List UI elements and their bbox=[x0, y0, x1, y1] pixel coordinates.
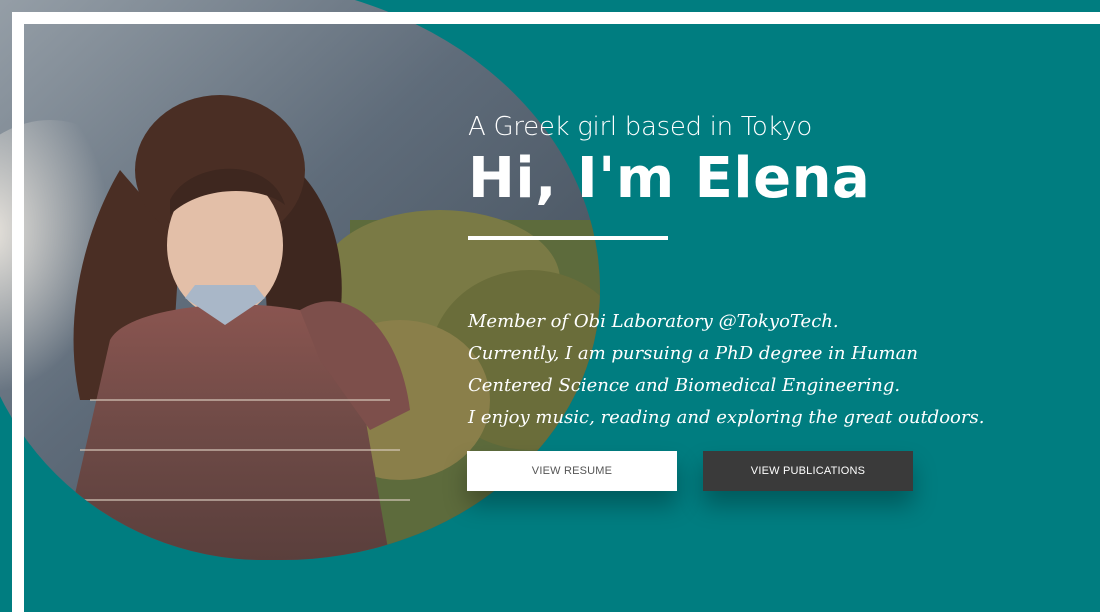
view-resume-button[interactable]: VIEW RESUME bbox=[467, 451, 677, 491]
hero-subtitle: A Greek girl based in Tokyo bbox=[468, 112, 813, 142]
hero-bio: Member of Obi Laboratory @TokyoTech. Cur… bbox=[468, 306, 988, 434]
hero-actions: VIEW RESUME VIEW PUBLICATIONS bbox=[467, 451, 913, 491]
view-publications-button[interactable]: VIEW PUBLICATIONS bbox=[703, 451, 913, 491]
bio-line: Currently, I am pursuing a PhD degree in… bbox=[468, 343, 918, 364]
hero-content: A Greek girl based in Tokyo Hi, I'm Elen… bbox=[468, 108, 988, 434]
bio-line: Centered Science and Biomedical Engineer… bbox=[468, 375, 901, 396]
hero-title: Hi, I'm Elena bbox=[468, 146, 871, 211]
bio-line: Member of Obi Laboratory @TokyoTech. bbox=[468, 311, 839, 332]
bio-line: I enjoy music, reading and exploring the… bbox=[468, 407, 985, 428]
title-divider bbox=[468, 236, 668, 240]
